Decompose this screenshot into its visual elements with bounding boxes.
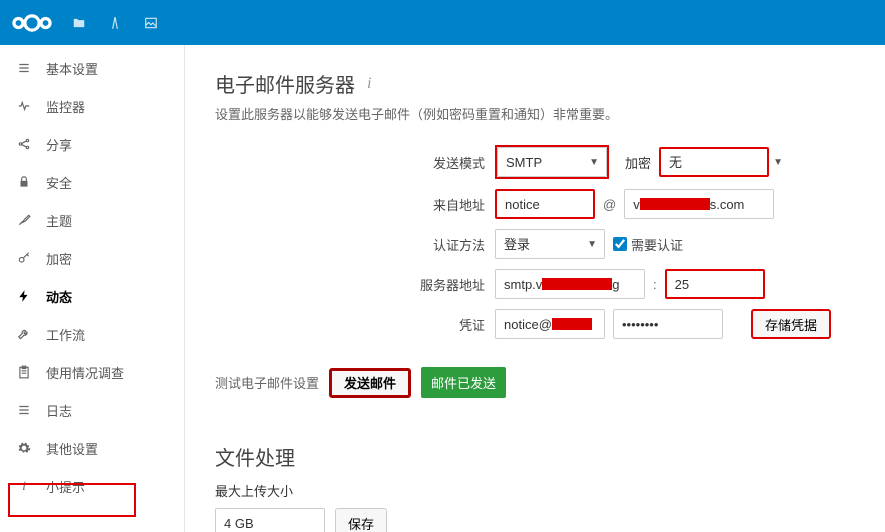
cred-pass-input[interactable] [613, 309, 723, 339]
from-user-input[interactable] [495, 189, 595, 219]
sidebar-item-additional[interactable]: 其他设置 [0, 429, 184, 467]
sidebar-item-security[interactable]: 安全 [0, 163, 184, 201]
redacted [640, 198, 710, 210]
info-icon: i [16, 478, 32, 494]
email-section-title: 电子邮件服务器 i [215, 69, 855, 98]
server-port-input[interactable] [665, 269, 765, 299]
label-auth-method: 认证方法 [215, 235, 495, 254]
max-upload-input[interactable] [215, 508, 325, 532]
sidebar-item-survey[interactable]: 使用情况调查 [0, 353, 184, 391]
bolt-icon [16, 288, 32, 304]
label-from-address: 来自地址 [215, 195, 495, 214]
sidebar-item-label: 分享 [46, 135, 72, 154]
sidebar-item-label: 监控器 [46, 97, 85, 116]
clipboard-icon [16, 364, 32, 380]
sidebar-item-log[interactable]: 日志 [0, 391, 184, 429]
max-upload-label: 最大上传大小 [215, 481, 855, 500]
sent-badge: 邮件已发送 [421, 367, 506, 398]
need-auth-label: 需要认证 [631, 235, 683, 254]
email-section-desc: 设置此服务器以能够发送电子邮件（例如密码重置和通知）非常重要。 [215, 104, 855, 123]
nextcloud-logo[interactable] [12, 13, 52, 33]
at-sign: @ [603, 197, 616, 212]
sidebar-item-label: 动态 [46, 287, 72, 306]
sidebar-item-label: 安全 [46, 173, 72, 192]
brush-icon [16, 212, 32, 228]
gear-icon [16, 440, 32, 456]
sidebar-item-label: 小提示 [46, 477, 85, 496]
sidebar-item-encrypt[interactable]: 加密 [0, 239, 184, 277]
sidebar-item-activity[interactable]: 动态 [0, 277, 184, 315]
list2-icon [16, 402, 32, 418]
label-server-addr: 服务器地址 [215, 275, 495, 294]
send-email-button[interactable]: 发送邮件 [329, 368, 411, 398]
sidebar-item-label: 主题 [46, 211, 72, 230]
section-title-text: 电子邮件服务器 [215, 69, 355, 98]
encryption-select[interactable]: 无 [659, 147, 769, 177]
sidebar-item-label: 日志 [46, 401, 72, 420]
sidebar-item-monitor[interactable]: 监控器 [0, 87, 184, 125]
need-auth-checkbox[interactable]: 需要认证 [613, 235, 683, 254]
sidebar-item-label: 基本设置 [46, 59, 98, 78]
sidebar: 基本设置 监控器 分享 安全 主题 加密 动态 工作流 [0, 45, 185, 532]
sidebar-item-label: 工作流 [46, 325, 85, 344]
cred-user-input[interactable]: notice@ [495, 309, 605, 339]
sidebar-item-share[interactable]: 分享 [0, 125, 184, 163]
label-encryption: 加密 [625, 153, 651, 172]
main-content: 电子邮件服务器 i 设置此服务器以能够发送电子邮件（例如密码重置和通知）非常重要… [185, 45, 885, 532]
pulse-icon [16, 98, 32, 114]
section-title-text: 文件处理 [215, 442, 295, 471]
gallery-icon[interactable] [142, 14, 160, 32]
activity-icon[interactable] [106, 14, 124, 32]
key-icon [16, 250, 32, 266]
from-domain-input[interactable]: vs.com [624, 189, 774, 219]
auth-method-select[interactable]: 登录 [495, 229, 605, 259]
topbar [0, 0, 885, 45]
sidebar-item-basic[interactable]: 基本设置 [0, 49, 184, 87]
sidebar-item-label: 加密 [46, 249, 72, 268]
sidebar-item-tips[interactable]: i 小提示 [0, 467, 184, 505]
info-icon[interactable]: i [367, 75, 371, 93]
sidebar-item-theme[interactable]: 主题 [0, 201, 184, 239]
save-button[interactable]: 保存 [335, 508, 387, 532]
sidebar-item-label: 使用情况调查 [46, 363, 124, 382]
share-icon [16, 136, 32, 152]
need-auth-checkbox-input[interactable] [613, 237, 627, 251]
chevron-down-icon: ▼ [773, 157, 783, 168]
sidebar-item-workflow[interactable]: 工作流 [0, 315, 184, 353]
send-mode-select[interactable]: SMTP [497, 147, 607, 177]
label-credentials: 凭证 [215, 315, 495, 334]
server-host-input[interactable]: smtp.vg [495, 269, 645, 299]
folder-icon[interactable] [70, 14, 88, 32]
redacted [542, 278, 612, 290]
wrench-icon [16, 326, 32, 342]
store-creds-button[interactable]: 存储凭据 [751, 309, 831, 339]
test-label: 测试电子邮件设置 [215, 373, 319, 392]
file-section-title: 文件处理 [215, 442, 855, 471]
redacted [552, 318, 592, 330]
lock-icon [16, 174, 32, 190]
label-send-mode: 发送模式 [215, 153, 495, 172]
sidebar-item-label: 其他设置 [46, 439, 98, 458]
colon: : [653, 277, 657, 292]
list-icon [16, 60, 32, 76]
